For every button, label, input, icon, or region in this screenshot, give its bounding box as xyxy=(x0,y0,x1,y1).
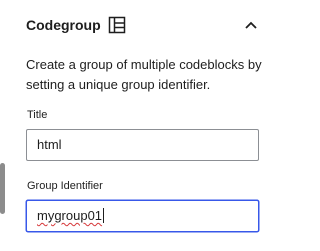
panel-header[interactable]: Codegroup xyxy=(26,14,260,36)
collapse-panel-button[interactable] xyxy=(242,16,260,34)
group-identifier-field-label: Group Identifier xyxy=(27,180,103,192)
group-identifier-input-value: mygroup01 xyxy=(37,208,103,223)
group-identifier-input[interactable]: mygroup01 xyxy=(26,200,259,232)
title-field-label: Title xyxy=(27,109,48,121)
title-input-value: html xyxy=(37,137,62,152)
panel-description: Create a group of multiple codeblocks by… xyxy=(26,57,262,92)
title-input[interactable]: html xyxy=(26,129,259,161)
scrollbar-thumb[interactable] xyxy=(0,163,5,214)
text-caret xyxy=(103,208,105,223)
block-settings-panel: Codegroup Create a group of multiple cod… xyxy=(0,0,276,251)
chevron-up-icon xyxy=(245,21,257,29)
layout-icon xyxy=(108,16,126,34)
panel-title: Codegroup xyxy=(26,17,101,33)
